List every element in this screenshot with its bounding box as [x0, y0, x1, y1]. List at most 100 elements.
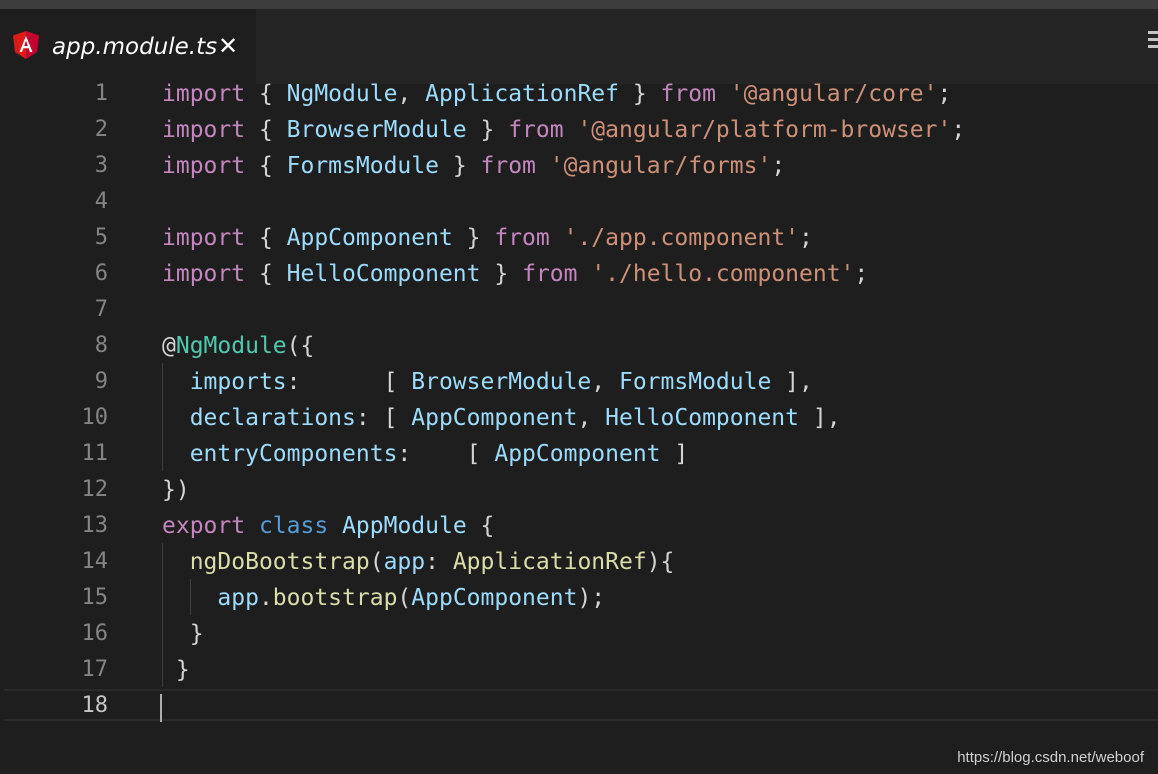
code-editor[interactable]: 1 import { NgModule, ApplicationRef } fro… [0, 81, 1158, 774]
code-token: NgModule [286, 81, 398, 107]
code-line[interactable]: 11 entryComponents: [ AppComponent ] [0, 436, 1158, 472]
code-token: AppComponent [494, 441, 661, 467]
line-number: 7 [94, 297, 108, 322]
code-line[interactable]: 9 imports: [ BrowserModule, FormsModule … [0, 364, 1158, 400]
code-text: ngDoBootstrap(app: ApplicationRef){ [162, 544, 675, 580]
code-line[interactable]: 18 [0, 688, 1158, 724]
code-token: ApplicationRef [452, 549, 647, 575]
code-token: class [258, 513, 329, 539]
line-number: 13 [81, 513, 109, 538]
more-icon[interactable] [1148, 31, 1158, 59]
line-number: 17 [81, 657, 109, 682]
code-token: NgModule [175, 333, 287, 359]
code-token: from [522, 261, 578, 287]
code-line[interactable]: 14 ngDoBootstrap(app: ApplicationRef){ [0, 544, 1158, 580]
code-token: AppModule [342, 513, 467, 539]
code-token: } [466, 117, 509, 143]
code-token: export [162, 513, 246, 539]
code-token: ( [397, 585, 412, 611]
code-text: import { FormsModule } from '@angular/fo… [162, 148, 785, 184]
code-token: ; [799, 225, 813, 251]
code-token: AppComponent [411, 405, 578, 431]
code-token: ( [369, 549, 384, 575]
code-token: ; [951, 117, 966, 143]
code-token: ] [660, 441, 689, 467]
code-line[interactable]: 3 import { FormsModule } from '@angular/f… [0, 148, 1158, 184]
code-token: } [438, 153, 481, 179]
code-text: entryComponents: [ AppComponent ] [162, 436, 689, 472]
code-line[interactable]: 13 export class AppModule { [0, 508, 1158, 544]
tab-app-module[interactable]: app.module.ts ✕ [0, 9, 256, 84]
code-token: FormsModule [286, 153, 439, 179]
angular-icon [13, 31, 39, 59]
code-text: import { BrowserModule } from '@angular/… [162, 112, 965, 148]
code-line[interactable]: 15 app.bootstrap(AppComponent); [0, 580, 1158, 616]
line-number: 18 [81, 693, 109, 718]
code-token: FormsModule [618, 369, 772, 395]
code-token: import [162, 261, 246, 287]
code-token: app [217, 585, 259, 611]
code-token: from [480, 153, 536, 179]
code-text: app.bootstrap(AppComponent); [162, 580, 605, 616]
code-line[interactable]: 6 import { HelloComponent } from './hello… [0, 256, 1158, 292]
code-token: '@angular/forms' [549, 153, 772, 179]
code-token: } [162, 657, 190, 683]
code-token: '@angular/core' [729, 81, 938, 107]
line-number: 2 [94, 117, 108, 142]
code-token: ngDoBootstrap [189, 549, 370, 575]
code-line[interactable]: 5 import { AppComponent } from './app.com… [0, 220, 1158, 256]
code-line[interactable]: 1 import { NgModule, ApplicationRef } fro… [0, 76, 1158, 112]
code-line[interactable]: 16 } [0, 616, 1158, 652]
indent-guide [162, 363, 163, 471]
code-line[interactable]: 8 @NgModule({ [0, 328, 1158, 364]
indent-guide [162, 543, 163, 687]
code-token: HelloComponent [286, 261, 481, 287]
line-number: 11 [81, 441, 109, 466]
code-line[interactable]: 12}) [0, 472, 1158, 508]
code-token: import [162, 81, 246, 107]
code-token: { [245, 81, 287, 107]
code-text: }) [162, 472, 190, 508]
code-token: bootstrap [272, 585, 398, 611]
code-line[interactable]: 17 } [0, 652, 1158, 688]
code-token: . [258, 585, 273, 611]
code-token: } [619, 81, 661, 107]
line-number: 4 [94, 189, 108, 214]
code-token: '@angular/platform-browser' [577, 117, 952, 143]
code-token: }) [162, 477, 190, 503]
code-line[interactable]: 4 [0, 184, 1158, 220]
code-token: } [480, 261, 523, 287]
code-token: app [383, 549, 426, 575]
code-token: import [162, 225, 246, 251]
tab-title: app.module.ts [52, 34, 218, 60]
code-line[interactable]: 2 import { BrowserModule } from '@angular… [0, 112, 1158, 148]
line-number: 8 [94, 333, 108, 358]
code-token: : [ [397, 441, 495, 467]
code-token: import [162, 117, 246, 143]
code-token: , [591, 369, 619, 395]
code-token: from [508, 117, 564, 143]
line-number: 1 [94, 81, 108, 106]
code-line[interactable]: 7 [0, 292, 1158, 328]
code-token: AppComponent [411, 585, 578, 611]
code-token: { [245, 153, 287, 179]
indent-guide [190, 579, 191, 615]
code-line[interactable]: 10 declarations: [ AppComponent, HelloCo… [0, 400, 1158, 436]
code-token: AppComponent [286, 225, 453, 251]
close-icon[interactable]: ✕ [216, 33, 240, 59]
line-number: 6 [94, 261, 108, 286]
code-token: './app.component' [563, 225, 800, 251]
code-token: } [162, 621, 204, 647]
code-token: , [577, 405, 606, 431]
code-text: declarations: [ AppComponent, HelloCompo… [162, 400, 841, 436]
code-text: import { AppComponent } from './app.comp… [162, 220, 813, 256]
code-token: imports [189, 369, 287, 395]
code-token: { [245, 261, 287, 287]
